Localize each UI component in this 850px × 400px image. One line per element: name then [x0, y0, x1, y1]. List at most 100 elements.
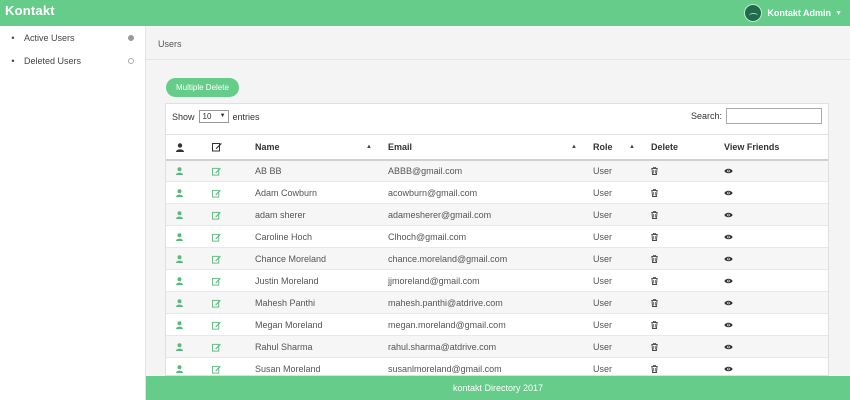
eye-icon[interactable]	[724, 210, 733, 220]
table-cell	[641, 247, 714, 270]
multiple-delete-button[interactable]: Multiple Delete	[166, 78, 239, 97]
table-cell: acowburn@gmail.com	[378, 181, 583, 204]
eye-icon[interactable]	[724, 188, 733, 198]
column-header-delete-label: Delete	[651, 141, 679, 152]
sidebar-item-label: Active Users	[24, 32, 75, 43]
user-icon[interactable]	[176, 166, 183, 176]
column-header-user[interactable]	[166, 134, 202, 161]
user-icon[interactable]	[176, 364, 183, 374]
sort-asc-icon[interactable]: ▲	[366, 144, 372, 150]
user-menu[interactable]: Kontakt Admin ▼	[744, 1, 842, 25]
eye-icon[interactable]	[724, 166, 733, 176]
eye-icon[interactable]	[724, 320, 733, 330]
table-row: AB BB ABBB@gmail.com User	[166, 159, 828, 182]
column-header-name[interactable]: Name ▲	[245, 134, 378, 161]
edit-icon[interactable]	[212, 166, 221, 176]
app-brand[interactable]: Kontakt	[5, 3, 55, 18]
table-cell	[714, 269, 828, 292]
entries-select[interactable]: 10 ▼	[198, 110, 229, 123]
table-cell	[641, 269, 714, 292]
cell-email: rahul.sharma@atdrive.com	[388, 341, 497, 352]
trash-icon[interactable]	[651, 254, 658, 264]
trash-icon[interactable]	[651, 210, 658, 220]
eye-icon[interactable]	[724, 364, 733, 374]
edit-icon[interactable]	[212, 364, 221, 374]
edit-icon[interactable]	[212, 297, 221, 308]
trash-icon[interactable]	[651, 188, 658, 198]
table-cell: Adam Cowburn	[245, 181, 378, 204]
user-icon[interactable]	[176, 298, 183, 308]
cell-name: Megan Moreland	[255, 319, 323, 330]
edit-icon[interactable]	[212, 209, 221, 220]
table-cell	[714, 357, 828, 375]
page-title: Users	[146, 26, 850, 60]
eye-icon[interactable]	[724, 342, 733, 352]
sidebar-item-active-users[interactable]: • Active Users	[0, 26, 145, 49]
cell-role: User	[593, 231, 613, 242]
column-header-edit[interactable]	[202, 134, 245, 161]
user-icon[interactable]	[176, 210, 183, 220]
edit-icon[interactable]	[212, 319, 221, 330]
table-cell	[714, 313, 828, 336]
table-cell: chance.moreland@gmail.com	[378, 247, 583, 270]
table-cell: User	[583, 269, 641, 292]
cell-email: acowburn@gmail.com	[388, 187, 478, 198]
column-header-role[interactable]: Role ▲	[583, 134, 641, 161]
table-row: adam sherer adamesherer@gmail.com User	[166, 203, 828, 226]
user-icon[interactable]	[176, 342, 183, 352]
table-cell: Mahesh Panthi	[245, 291, 378, 314]
user-icon[interactable]	[176, 232, 183, 242]
eye-icon[interactable]	[724, 254, 733, 264]
cell-role: User	[593, 165, 613, 176]
table-cell	[166, 225, 202, 248]
eye-icon[interactable]	[724, 232, 733, 242]
trash-icon[interactable]	[651, 166, 658, 176]
trash-icon[interactable]	[651, 298, 658, 308]
cell-email: mahesh.panthi@atdrive.com	[388, 297, 503, 308]
table-cell	[641, 335, 714, 358]
search-input[interactable]	[726, 108, 822, 124]
trash-icon[interactable]	[651, 342, 658, 352]
user-icon[interactable]	[176, 188, 183, 198]
search-label: Search:	[690, 111, 722, 121]
table-cell	[714, 335, 828, 358]
user-icon[interactable]	[176, 254, 183, 264]
eye-icon[interactable]	[724, 276, 733, 286]
column-header-email[interactable]: Email ▲	[378, 134, 583, 161]
trash-icon[interactable]	[651, 364, 658, 374]
table-cell: Megan Moreland	[245, 313, 378, 336]
user-name[interactable]: Kontakt Admin	[767, 8, 831, 18]
sort-asc-icon[interactable]: ▲	[571, 144, 577, 150]
table-cell: rahul.sharma@atdrive.com	[378, 335, 583, 358]
sidebar-item-deleted-users[interactable]: • Deleted Users	[0, 49, 145, 72]
trash-icon[interactable]	[651, 232, 658, 242]
table-cell: Rahul Sharma	[245, 335, 378, 358]
table-cell: AB BB	[245, 159, 378, 182]
table-cell: jjmoreland@gmail.com	[378, 269, 583, 292]
table-cell	[202, 203, 245, 226]
edit-icon[interactable]	[212, 275, 221, 286]
trash-icon[interactable]	[651, 276, 658, 286]
table-cell: Justin Moreland	[245, 269, 378, 292]
eye-icon[interactable]	[724, 298, 733, 308]
avatar[interactable]	[744, 4, 763, 22]
edit-icon[interactable]	[212, 341, 221, 352]
edit-icon[interactable]	[212, 253, 221, 264]
table-cell: adam sherer	[245, 203, 378, 226]
bullet-icon: •	[11, 32, 15, 43]
table-cell	[166, 335, 202, 358]
caret-down-icon[interactable]: ▼	[835, 10, 842, 17]
user-icon[interactable]	[176, 276, 183, 286]
edit-icon[interactable]	[212, 231, 221, 242]
table-row: Mahesh Panthi mahesh.panthi@atdrive.com Us…	[166, 291, 828, 314]
cell-name: Justin Moreland	[255, 275, 319, 286]
column-header-delete: Delete	[641, 134, 714, 161]
bullet-icon: •	[11, 55, 15, 66]
trash-icon[interactable]	[651, 320, 658, 330]
sidebar: DashboardUser Management•Active Users•De…	[0, 26, 850, 400]
sort-asc-icon[interactable]: ▲	[629, 144, 635, 150]
entries-label: entries	[232, 111, 260, 122]
table-row: Justin Moreland jjmoreland@gmail.com User	[166, 269, 828, 292]
edit-icon[interactable]	[212, 187, 221, 198]
user-icon[interactable]	[176, 320, 183, 330]
